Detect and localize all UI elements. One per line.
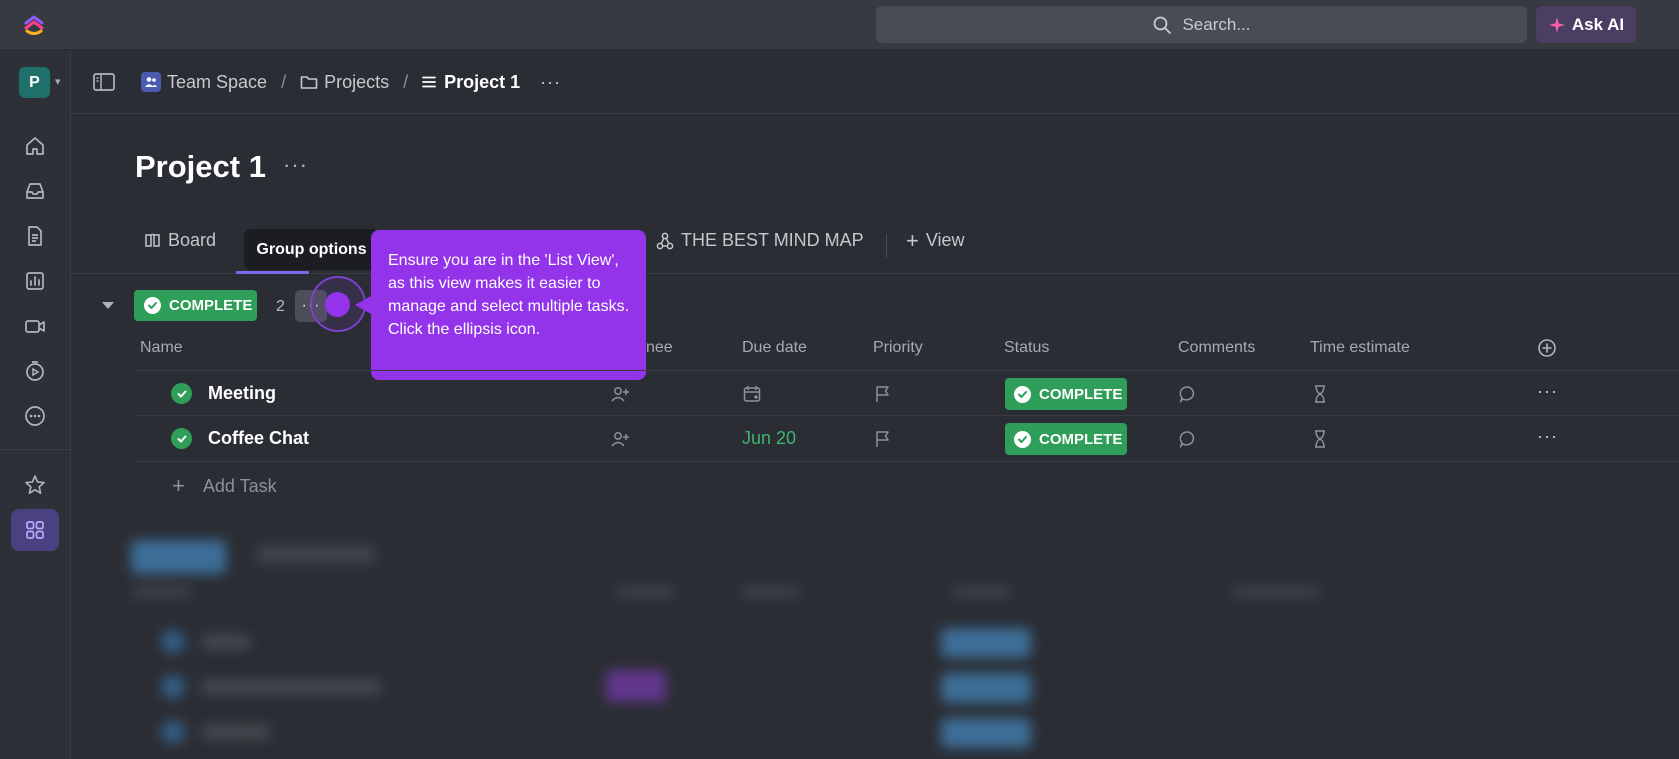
table-row[interactable]: Meeting COMPLETE ··· [134, 370, 1679, 416]
column-comments[interactable]: Comments [1178, 339, 1255, 361]
group-options-tooltip: Group options [244, 229, 379, 270]
add-assignee-icon[interactable] [610, 384, 630, 404]
group-task-count: 2 [276, 298, 285, 315]
table-row[interactable]: Coffee Chat Jun 20 COMPLETE ··· [134, 416, 1679, 462]
check-circle-icon [1014, 385, 1031, 403]
add-column-icon[interactable] [1537, 338, 1557, 358]
column-time-estimate[interactable]: Time estimate [1310, 339, 1410, 361]
add-task-button[interactable]: + Add Task [172, 473, 277, 499]
favorites-icon[interactable] [22, 472, 48, 498]
task-complete-icon[interactable] [171, 383, 192, 404]
page-title: Project 1 [135, 149, 266, 184]
timesheets-icon[interactable] [22, 358, 48, 384]
search-placeholder: Search... [1182, 14, 1251, 34]
group-status-pill[interactable]: COMPLETE [134, 290, 257, 321]
inbox-icon[interactable] [22, 178, 48, 204]
clips-icon[interactable] [22, 313, 48, 339]
sidebar-divider [0, 449, 71, 450]
mind-map-icon [656, 232, 674, 249]
column-assignee[interactable]: nee [646, 339, 673, 361]
column-priority[interactable]: Priority [873, 339, 923, 361]
task-status-pill[interactable]: COMPLETE [1005, 423, 1127, 455]
hourglass-icon[interactable] [1310, 429, 1330, 449]
sidebar-toggle-icon[interactable] [92, 70, 116, 94]
add-view-button[interactable]: + View [906, 227, 965, 253]
board-icon [145, 233, 160, 247]
highlight-dot[interactable] [325, 292, 350, 317]
collapse-caret-icon[interactable] [102, 302, 114, 309]
docs-icon[interactable] [22, 223, 48, 249]
sparkle-icon [1548, 16, 1565, 33]
column-status[interactable]: Status [1004, 339, 1049, 361]
tab-divider [886, 234, 887, 258]
task-complete-icon[interactable] [171, 428, 192, 449]
add-assignee-icon[interactable] [610, 429, 630, 449]
list-icon [422, 76, 437, 88]
priority-flag-icon[interactable] [873, 429, 893, 449]
due-date-value[interactable]: Jun 20 [742, 428, 796, 449]
workspace-avatar[interactable]: P [19, 67, 50, 98]
priority-flag-icon[interactable] [873, 384, 893, 404]
ask-ai-label: Ask AI [1571, 14, 1625, 34]
more-icon[interactable] [22, 403, 48, 429]
task-name[interactable]: Coffee Chat [208, 428, 309, 449]
callout-arrow [355, 296, 371, 314]
column-due-date[interactable]: Due date [742, 339, 807, 361]
breadcrumb-separator: / [281, 71, 287, 92]
tab-board[interactable]: Board [144, 230, 216, 251]
row-more-button[interactable]: ··· [1537, 426, 1558, 447]
check-circle-icon [144, 297, 161, 314]
comment-icon[interactable] [1178, 384, 1198, 404]
blurred-background-content [71, 520, 1679, 759]
plus-icon: + [172, 473, 185, 498]
chevron-down-icon[interactable]: ▾ [55, 75, 61, 88]
column-name[interactable]: Name [140, 339, 183, 361]
folder-icon [300, 76, 318, 89]
breadcrumb-more-button[interactable]: ··· [540, 72, 561, 93]
home-icon[interactable] [22, 133, 48, 159]
active-tab-indicator [236, 271, 309, 274]
plus-icon: + [906, 227, 919, 253]
team-icon [141, 72, 161, 92]
breadcrumb-team-space[interactable]: Team Space [141, 72, 267, 93]
sidebar: P ▾ [0, 50, 71, 759]
task-status-pill[interactable]: COMPLETE [1005, 378, 1127, 410]
breadcrumb: Team Space / Projects / Project 1 ··· [141, 68, 561, 96]
breadcrumb-bar: Team Space / Projects / Project 1 ··· [71, 50, 1679, 114]
top-bar: Search... Ask AI [0, 0, 1679, 50]
dashboards-icon[interactable] [22, 268, 48, 294]
breadcrumb-project-1[interactable]: Project 1 [422, 72, 520, 93]
hourglass-icon[interactable] [1310, 384, 1330, 404]
due-date-icon[interactable] [742, 384, 762, 404]
spaces-icon[interactable] [22, 517, 48, 543]
breadcrumb-separator: / [403, 71, 409, 92]
ask-ai-button[interactable]: Ask AI [1536, 6, 1636, 43]
tab-mind-map[interactable]: THE BEST MIND MAP [656, 230, 864, 251]
search-bar[interactable]: Search... [876, 6, 1527, 43]
search-icon [1154, 16, 1172, 34]
task-name[interactable]: Meeting [208, 383, 276, 404]
breadcrumb-projects[interactable]: Projects [300, 72, 389, 93]
check-circle-icon [1014, 430, 1031, 448]
comment-icon[interactable] [1178, 429, 1198, 449]
row-more-button[interactable]: ··· [1537, 381, 1558, 402]
clickup-logo-icon[interactable] [22, 13, 46, 37]
page-more-button[interactable]: ··· [283, 152, 308, 178]
guide-callout: Ensure you are in the 'List View', as th… [371, 230, 646, 380]
